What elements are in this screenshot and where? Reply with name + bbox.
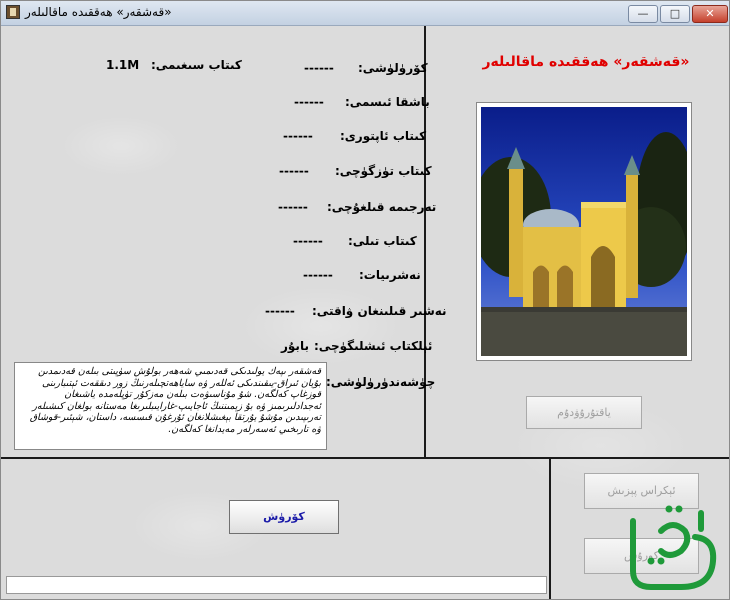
book-icon[interactable] — [6, 5, 20, 19]
close-button[interactable]: ✕ — [692, 5, 728, 23]
author-value: ------ — [283, 129, 313, 143]
status-bar — [6, 576, 547, 594]
publisher-value: ------ — [303, 268, 333, 282]
publisher-label: نەشرىيات: — [359, 268, 421, 282]
editor-label: كىتاب تۈزگۈچى: — [335, 164, 432, 178]
window-title: «قەشقەر» ھەققىدە ماقالىلەر — [25, 5, 172, 19]
mosque-photo — [476, 102, 692, 361]
book-heading: «قەشقەر» ھەققىدە ماقالىلەر — [482, 54, 690, 70]
title-value: ------ — [294, 95, 324, 109]
minimize-button[interactable]: — — [628, 5, 658, 23]
title-bar[interactable]: «قەشقەر» ھەققىدە ماقالىلەر — □ ✕ — [1, 1, 729, 26]
app-window: «قەشقەر» ھەققىدە ماقالىلەر — □ ✕ 1.1M كى… — [0, 0, 730, 600]
bottom-vertical-divider — [549, 457, 551, 599]
pubdate-value: ------ — [265, 304, 295, 318]
translator-label: تەرجىمە قىلغۇچى: — [327, 200, 437, 214]
maximize-button[interactable]: □ — [660, 5, 690, 23]
title-label: باشقا ئىسمى: — [345, 95, 430, 109]
size-label: كىتاب سىغىمى: — [151, 58, 242, 72]
size-value: 1.1M — [106, 58, 140, 72]
pubdate-label: نەشىر قىلىنغان ۋاقتى: — [312, 304, 447, 318]
ebook-maker-value: بابۇر — [281, 339, 309, 353]
horizontal-divider — [1, 457, 729, 459]
main-content: 1.1M كىتاب سىغىمى: ------ كۆرۈلۈشى: ----… — [1, 26, 729, 599]
vertical-divider — [424, 26, 426, 458]
uyghur-calligraphy-logo — [621, 501, 726, 597]
author-label: كىتاب ئاپتورى: — [340, 129, 427, 143]
view-label: كۆرۈلۈشى: — [358, 61, 428, 75]
editor-value: ------ — [279, 164, 309, 178]
language-label: كىتاب تىلى: — [348, 234, 417, 248]
translator-value: ------ — [278, 200, 308, 214]
bookmark-button[interactable]: ياقتۇرۇۋدۇم — [526, 396, 642, 429]
mosque-image — [481, 107, 687, 356]
description-box[interactable]: قەشقەر ىپەك يولىدىكى قەدىمىي شەھەر بولۇش… — [14, 362, 327, 450]
language-value: ------ — [293, 234, 323, 248]
read-button[interactable]: كۆرۈش — [229, 500, 339, 534]
view-value: ------ — [304, 61, 334, 75]
ebook-maker-label: ئېلكتاب ئىشلىگۈچى: — [314, 339, 433, 353]
intro-label: چۈشەندۈرۈلۈشى: — [326, 375, 436, 389]
